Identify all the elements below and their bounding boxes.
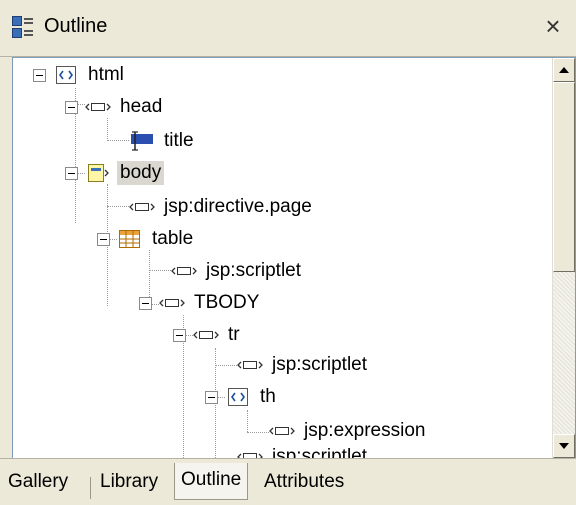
element-tag-icon [129, 203, 155, 211]
collapse-toggle[interactable] [65, 167, 78, 180]
tab-separator [90, 477, 91, 499]
tree-node-label: jsp:scriptlet [206, 260, 302, 281]
html-tag-icon [228, 388, 248, 406]
bottom-tab-bar: Gallery Library Outline Attributes [0, 458, 576, 505]
vertical-scrollbar[interactable] [552, 58, 575, 458]
outline-panel: Outline × html head title body jsp:direc… [0, 0, 576, 505]
tree-node-label: jsp:scriptlet [272, 446, 368, 458]
panel-titlebar: Outline × [0, 0, 576, 57]
tree-node-label: th [260, 386, 276, 407]
scroll-down-button[interactable] [553, 434, 575, 458]
html-tag-icon [56, 66, 76, 84]
collapse-toggle[interactable] [65, 101, 78, 114]
tree-node-jsp-directive-page[interactable]: jsp:directive.page [129, 192, 315, 222]
collapse-toggle[interactable] [173, 329, 186, 342]
tree-node-label: tr [228, 324, 240, 345]
tab-library[interactable]: Library [94, 465, 164, 499]
collapse-toggle[interactable] [139, 297, 152, 310]
body-element-icon [88, 164, 109, 182]
element-tag-icon [237, 453, 263, 458]
outline-view-icon [12, 16, 33, 38]
arrow-down-icon [559, 443, 569, 449]
tree-node-th[interactable]: th [205, 382, 279, 412]
outline-tree: html head title body jsp:directive.page … [13, 58, 553, 458]
scroll-up-button[interactable] [553, 58, 575, 82]
element-tag-icon [193, 331, 219, 339]
tree-node-tr[interactable]: tr [173, 320, 243, 350]
tree-node-jsp-scriptlet[interactable]: jsp:scriptlet [237, 442, 370, 458]
tree-node-label: title [164, 130, 194, 151]
tree-node-label: body [117, 161, 165, 185]
tree-node-html[interactable]: html [33, 60, 127, 90]
tree-node-label: jsp:scriptlet [272, 354, 368, 375]
tree-node-head[interactable]: head [65, 92, 165, 122]
tree-node-label: TBODY [194, 292, 260, 313]
collapse-toggle[interactable] [33, 69, 46, 82]
tab-gallery[interactable]: Gallery [2, 465, 74, 499]
tab-attributes[interactable]: Attributes [258, 465, 350, 499]
collapse-toggle[interactable] [205, 391, 218, 404]
tree-node-tbody[interactable]: TBODY [139, 288, 262, 318]
scroll-thumb[interactable] [553, 82, 575, 272]
tree-node-title[interactable]: title [129, 126, 197, 156]
scroll-track[interactable] [553, 272, 575, 434]
tree-node-body[interactable]: body [65, 158, 165, 188]
tree-node-label: table [152, 228, 194, 249]
tree-node-jsp-scriptlet[interactable]: jsp:scriptlet [237, 350, 370, 380]
element-tag-icon [85, 103, 111, 111]
element-tag-icon [269, 427, 295, 435]
tree-node-label: head [120, 96, 163, 117]
tree-node-label: html [88, 64, 124, 85]
table-grid-icon [119, 230, 140, 248]
title-element-icon [131, 131, 153, 151]
panel-title: Outline [44, 15, 108, 37]
tree-node-jsp-scriptlet[interactable]: jsp:scriptlet [171, 256, 304, 286]
collapse-toggle[interactable] [97, 233, 110, 246]
arrow-up-icon [559, 67, 569, 73]
close-button[interactable]: × [540, 13, 566, 39]
outline-tree-container: html head title body jsp:directive.page … [12, 57, 576, 459]
tab-outline[interactable]: Outline [174, 463, 249, 500]
element-tag-icon [237, 361, 263, 369]
element-tag-icon [159, 299, 185, 307]
tree-node-label: jsp:directive.page [164, 196, 312, 217]
element-tag-icon [171, 267, 197, 275]
tree-node-label: jsp:expression [304, 420, 426, 441]
tree-node-table[interactable]: table [97, 224, 196, 254]
